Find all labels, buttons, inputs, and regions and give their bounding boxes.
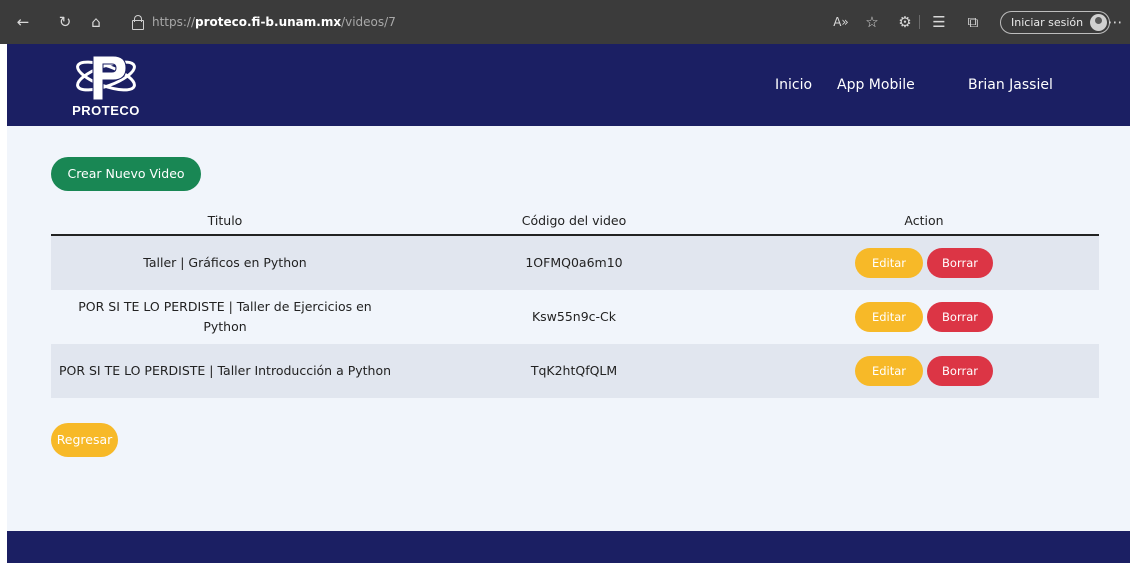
back-arrow-icon[interactable]: ← (12, 11, 34, 33)
address-bar[interactable]: https://proteco.fi-b.unam.mx/videos/7 (130, 8, 650, 36)
signin-label: Iniciar sesión (1011, 16, 1084, 29)
browser-toolbar: ← ↻ ⌂ https://proteco.fi-b.unam.mx/video… (0, 0, 1130, 44)
table-row: Taller | Gráficos en Python 1OFMQ0a6m10 … (51, 236, 1099, 290)
favorite-icon[interactable]: ☆ (861, 11, 883, 33)
site-header: PROTECO Inicio App Mobile Brian Jassiel (7, 44, 1130, 126)
back-button[interactable]: Regresar (51, 423, 118, 457)
nav-user[interactable]: Brian Jassiel (968, 77, 1053, 93)
logo-mark-icon (76, 55, 136, 101)
site-footer (7, 531, 1130, 563)
nav-app-mobile[interactable]: App Mobile (837, 77, 915, 93)
collections-icon[interactable]: ⧉ (962, 11, 984, 33)
header-titulo: Titulo (207, 213, 243, 228)
url-scheme: https:// (152, 15, 196, 29)
refresh-icon[interactable]: ↻ (54, 11, 76, 33)
delete-button[interactable]: Borrar (927, 356, 993, 386)
video-code: Ksw55n9c-Ck (531, 309, 617, 324)
videos-table: Titulo Código del video Action Taller | … (51, 202, 1099, 398)
table-header: Titulo Código del video Action (51, 202, 1099, 236)
create-video-button[interactable]: Crear Nuevo Video (51, 157, 201, 191)
logo-text: PROTECO (72, 103, 140, 118)
video-code: TqK2htQfQLM (530, 363, 618, 378)
proteco-logo[interactable]: PROTECO (66, 52, 146, 118)
edit-button[interactable]: Editar (855, 248, 923, 278)
lock-icon[interactable] (130, 15, 144, 30)
delete-button[interactable]: Borrar (927, 302, 993, 332)
signin-button[interactable]: Iniciar sesión (1000, 11, 1111, 34)
video-code: 1OFMQ0a6m10 (525, 255, 623, 270)
video-title: POR SI TE LO PERDISTE | Taller Introducc… (58, 363, 392, 378)
read-aloud-icon[interactable]: A» (830, 11, 852, 33)
nav-inicio[interactable]: Inicio (775, 77, 812, 93)
header-codigo: Código del video (521, 213, 627, 228)
home-icon[interactable]: ⌂ (85, 11, 107, 33)
favorites-list-icon[interactable]: ☰ (928, 11, 950, 33)
url-path: /videos/7 (341, 15, 396, 29)
delete-button[interactable]: Borrar (927, 248, 993, 278)
extensions-icon[interactable]: ⚙ (894, 11, 916, 33)
more-icon[interactable]: ⋯ (1104, 11, 1126, 33)
page-viewport: PROTECO Inicio App Mobile Brian Jassiel … (7, 44, 1130, 563)
url-host: proteco.fi-b.unam.mx (195, 15, 342, 29)
header-action: Action (904, 213, 944, 228)
table-row: POR SI TE LO PERDISTE | Taller Introducc… (51, 344, 1099, 398)
video-title: Taller | Gráficos en Python (143, 255, 307, 270)
edit-button[interactable]: Editar (855, 302, 923, 332)
edit-button[interactable]: Editar (855, 356, 923, 386)
video-title: POR SI TE LO PERDISTE | Taller de Ejerci… (78, 299, 372, 334)
toolbar-separator (919, 15, 920, 29)
table-row: POR SI TE LO PERDISTE | Taller de Ejerci… (51, 290, 1099, 344)
